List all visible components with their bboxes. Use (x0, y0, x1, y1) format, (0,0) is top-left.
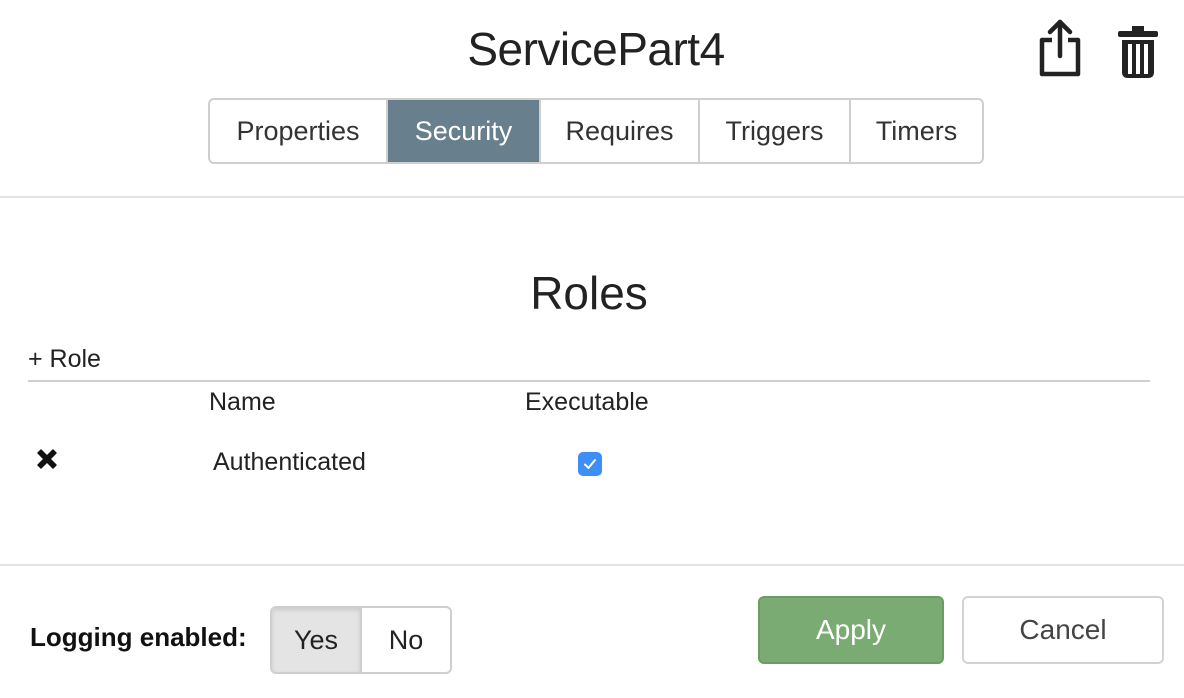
apply-button[interactable]: Apply (758, 596, 944, 664)
header-divider (0, 196, 1184, 198)
tab-security[interactable]: Security (388, 100, 541, 162)
footer-divider (0, 564, 1184, 566)
tab-bar: Properties Security Requires Triggers Ti… (208, 98, 984, 164)
tab-properties[interactable]: Properties (210, 100, 388, 162)
header-actions (1036, 16, 1162, 78)
page-title: ServicePart4 (467, 23, 725, 75)
tab-requires[interactable]: Requires (541, 100, 700, 162)
logging-toggle: Yes No (270, 606, 452, 674)
delete-service-button[interactable] (1114, 16, 1162, 78)
roles-table-divider (28, 380, 1150, 382)
executable-checkbox[interactable] (578, 452, 602, 476)
share-icon (1039, 19, 1081, 77)
column-header-name: Name (209, 388, 276, 416)
trash-icon (1118, 26, 1158, 78)
role-name: Authenticated (213, 448, 366, 476)
roles-heading: Roles (530, 267, 648, 319)
tab-triggers[interactable]: Triggers (700, 100, 851, 162)
cancel-button[interactable]: Cancel (962, 596, 1164, 664)
share-button[interactable] (1036, 16, 1084, 78)
delete-role-icon[interactable] (34, 446, 60, 472)
service-editor: ServicePart4 Properties Security Require… (0, 0, 1184, 698)
logging-yes-option[interactable]: Yes (272, 608, 362, 672)
tab-timers[interactable]: Timers (851, 100, 982, 162)
checkmark-icon (584, 459, 596, 469)
add-role-button[interactable]: + Role (28, 345, 101, 374)
logging-no-option[interactable]: No (362, 608, 450, 672)
column-header-executable: Executable (525, 388, 649, 416)
logging-label: Logging enabled: (30, 622, 247, 652)
